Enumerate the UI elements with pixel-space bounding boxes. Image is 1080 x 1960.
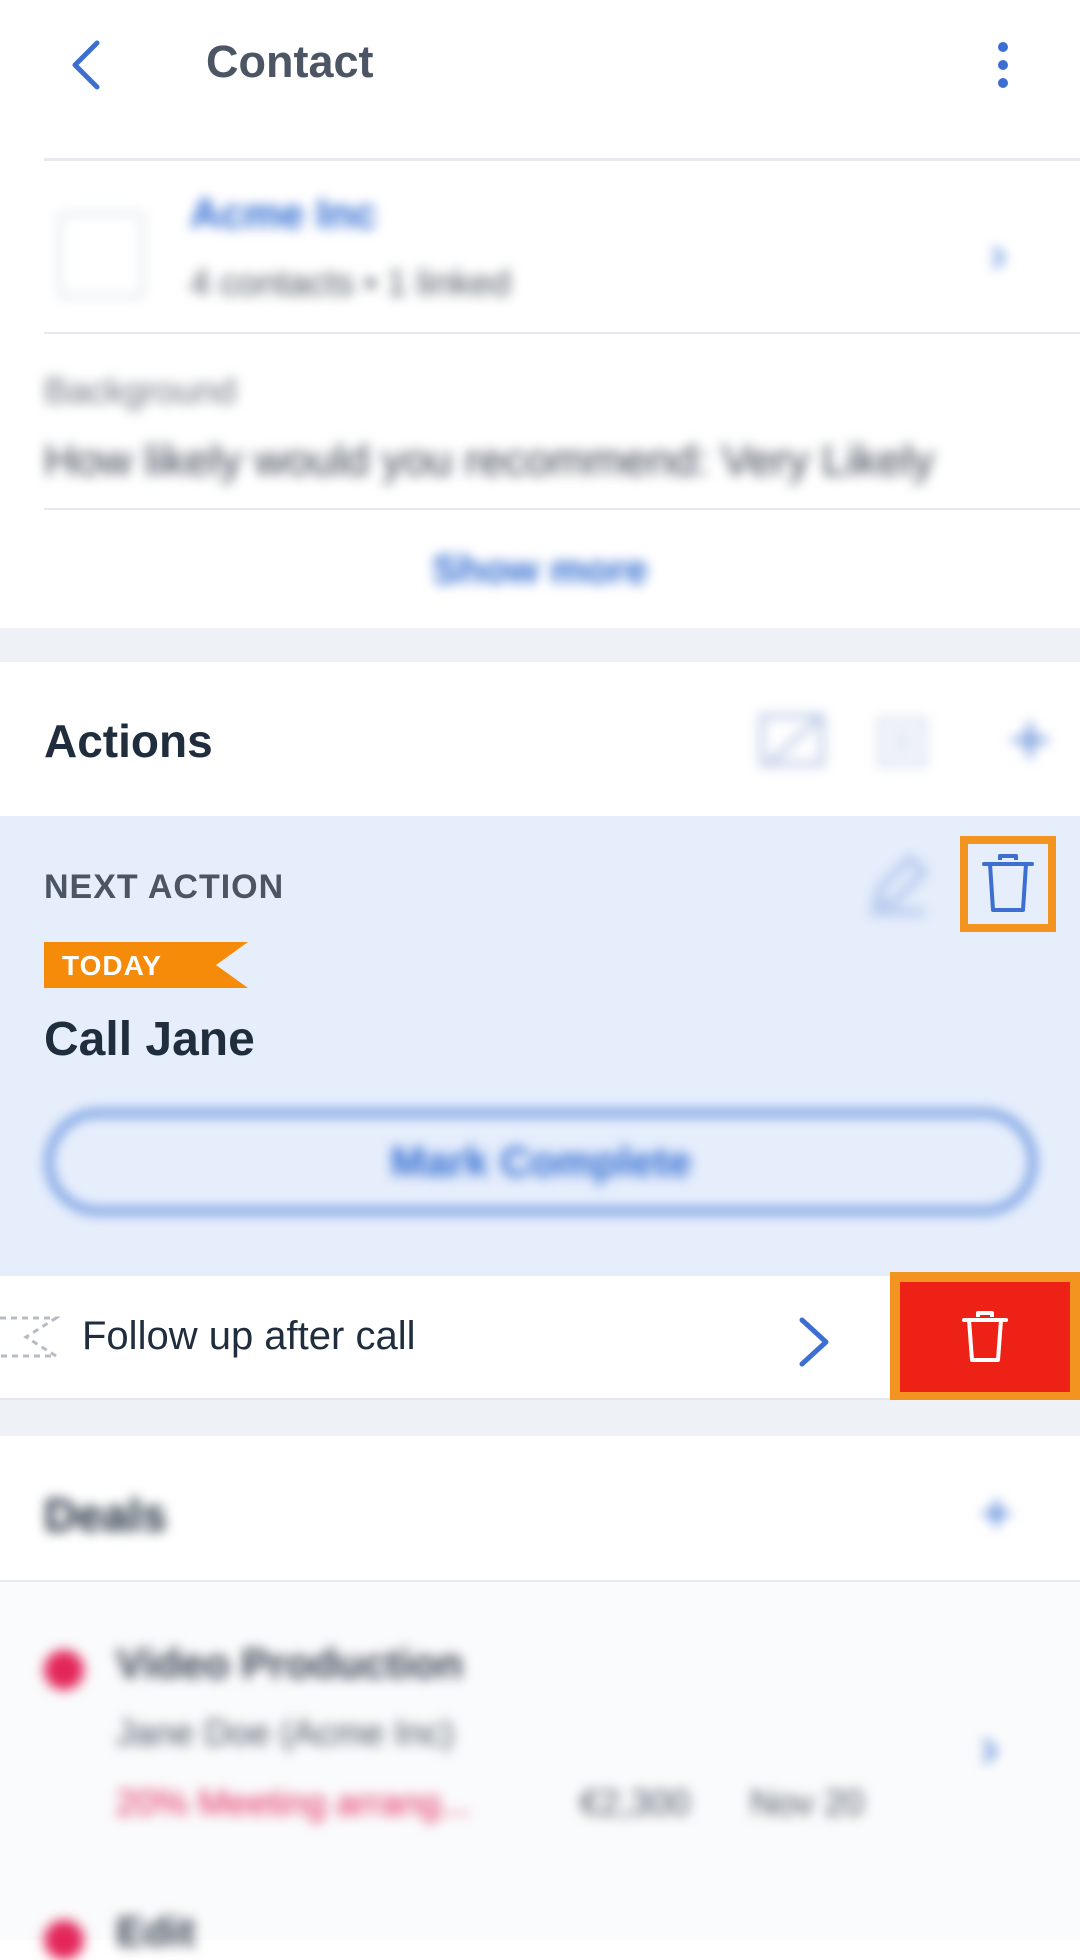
deal-status-dot (44, 1650, 84, 1690)
next-action-label: NEXT ACTION (44, 868, 285, 906)
mark-complete-button[interactable]: Mark Complete (46, 1110, 1036, 1214)
deal-name[interactable]: Video Production (116, 1640, 463, 1688)
chevron-right-icon[interactable]: › (990, 225, 1007, 283)
divider (44, 508, 1080, 510)
chevron-right-icon[interactable] (790, 1312, 840, 1372)
section-gap (0, 628, 1080, 662)
deal-contact: Jane Doe (Acme Inc) (116, 1712, 455, 1753)
actions-header-icons (758, 710, 1058, 770)
back-button[interactable] (50, 30, 120, 100)
deals-title: Deals (44, 1489, 167, 1541)
swipe-delete-button[interactable] (890, 1272, 1080, 1402)
list-icon (878, 718, 926, 766)
deal-amount: €2,300 (580, 1782, 691, 1823)
company-subtitle: 4 contacts • 1 linked (190, 262, 511, 303)
deal-name[interactable]: Edit (116, 1908, 195, 1956)
trash-icon (962, 1311, 1008, 1362)
deal-status-dot (44, 1920, 84, 1960)
pencil-icon[interactable] (862, 850, 932, 920)
more-vertical-icon (998, 42, 1008, 88)
header-divider (44, 158, 1080, 161)
chevron-right-icon[interactable]: › (980, 1714, 999, 1779)
deal-stage: 20% Meeting arrang... (116, 1782, 471, 1823)
action-title: Call Jane (44, 1013, 255, 1066)
page-title: Contact (206, 36, 374, 87)
plus-icon (1012, 722, 1048, 758)
add-deal-icon[interactable]: + (980, 1480, 1013, 1545)
deal-list (0, 1582, 1080, 1940)
flag-outline-icon (0, 1316, 60, 1358)
section-gap (0, 1400, 1080, 1436)
delete-action-button[interactable] (960, 836, 1056, 932)
action-row-title: Follow up after call (82, 1314, 416, 1358)
today-tag-label: TODAY (62, 950, 162, 981)
top-bar (0, 0, 1080, 130)
company-name[interactable]: Acme Inc (190, 190, 377, 238)
chevron-left-icon (72, 40, 100, 90)
more-menu-button[interactable] (968, 30, 1038, 100)
company-icon (58, 212, 144, 298)
deal-date: Nov 20 (750, 1782, 865, 1823)
edit-note-icon (759, 713, 825, 767)
trash-icon (982, 854, 1034, 912)
background-value: How likely would you recommend: Very Lik… (44, 436, 935, 485)
background-label: Background (44, 370, 237, 411)
actions-title: Actions (44, 715, 213, 767)
divider (44, 332, 1080, 334)
show-more-button[interactable]: Show more (0, 548, 1080, 593)
